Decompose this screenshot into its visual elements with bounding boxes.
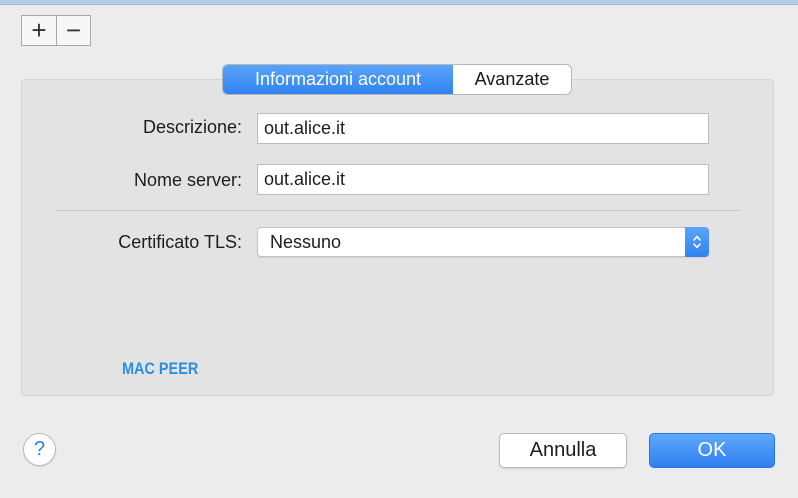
tls-certificate-select[interactable]: Nessuno [257, 227, 709, 257]
top-selection-strip [0, 0, 798, 5]
description-field[interactable]: out.alice.it [257, 113, 709, 144]
add-remove-control: + − [21, 15, 91, 46]
tls-certificate-label: Certificato TLS: [118, 232, 242, 252]
cancel-button[interactable]: Annulla [499, 433, 627, 468]
help-button[interactable]: ? [23, 433, 56, 466]
watermark-logo: MAC PEER [122, 359, 199, 378]
divider [56, 210, 740, 211]
plus-icon: + [31, 15, 47, 45]
tab-advanced[interactable]: Avanzate [453, 65, 571, 94]
tab-bar: Informazioni account Avanzate [223, 65, 571, 94]
server-name-field[interactable]: out.alice.it [257, 164, 709, 195]
description-label: Descrizione: [142, 117, 242, 137]
add-button[interactable]: + [22, 15, 56, 45]
ok-button-label: OK [697, 439, 727, 461]
remove-button[interactable]: − [55, 15, 90, 45]
ok-button[interactable]: OK [649, 433, 775, 468]
tls-certificate-value: Nessuno [270, 232, 342, 252]
tab-account-info[interactable]: Informazioni account [223, 65, 453, 94]
help-icon: ? [33, 438, 46, 460]
minus-icon: − [65, 15, 82, 45]
server-name-label: Nome server: [133, 170, 242, 190]
updown-chevron-icon [685, 227, 709, 257]
cancel-button-label: Annulla [529, 439, 597, 461]
